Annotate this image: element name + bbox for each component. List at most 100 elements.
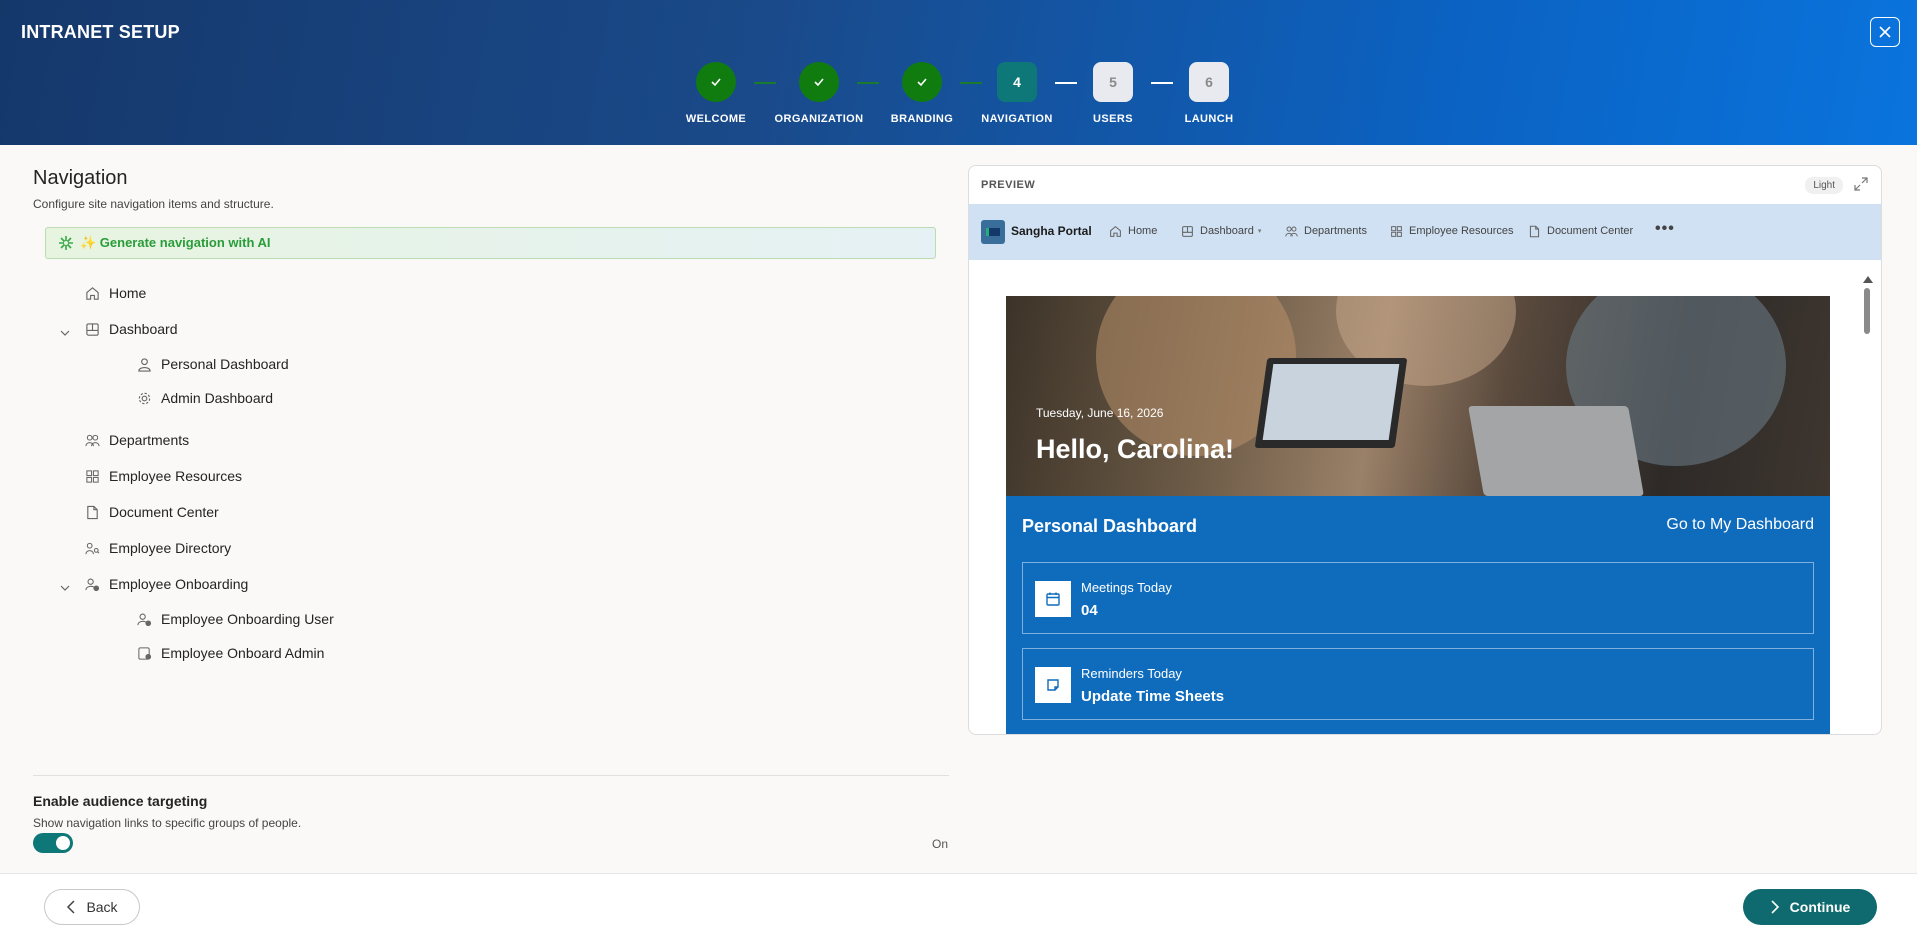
audience-targeting-toggle[interactable] (33, 833, 73, 853)
step-number: 4 (997, 62, 1037, 102)
nav-item-label: Employee Directory (109, 540, 232, 556)
step-connector (857, 82, 879, 84)
calendar-icon (1035, 581, 1071, 617)
expand-icon[interactable] (1853, 176, 1869, 192)
apps-icon (1390, 224, 1404, 238)
document-icon (84, 504, 100, 520)
chevron-down-icon[interactable] (59, 327, 71, 339)
apps-icon (84, 468, 100, 484)
people-icon (1285, 224, 1299, 238)
step-organization[interactable]: ORGANIZATION (759, 62, 879, 125)
generate-ai-label: ✨ Generate navigation with AI (80, 235, 271, 250)
check-icon (711, 78, 721, 87)
scroll-up-arrow[interactable] (1863, 276, 1873, 283)
step-connector (754, 82, 776, 84)
step-label: LAUNCH (1184, 113, 1234, 125)
app-title: INTRANET SETUP (21, 22, 180, 42)
chevron-down-icon[interactable] (59, 582, 71, 594)
home-icon (1109, 224, 1123, 238)
home-icon (84, 285, 100, 301)
nav-item-label: Employee Resources (109, 468, 243, 484)
theme-toggle[interactable]: Light (1805, 177, 1843, 194)
step-complete-check (902, 62, 942, 102)
step-complete-check (799, 62, 839, 102)
go-to-dashboard-link[interactable]: Go to My Dashboard (1666, 516, 1814, 534)
hero-date: Tuesday, June 16, 2026 (1036, 406, 1164, 420)
preview-link-home[interactable]: Home (1109, 224, 1157, 238)
card-title: Meetings Today (1081, 580, 1172, 595)
site-logo (981, 220, 1005, 244)
preview-link-label: Employee Resources (1409, 225, 1514, 237)
nav-item-label: Employee Onboarding User (161, 611, 334, 627)
nav-item-employee-onboarding[interactable]: Employee Onboarding (84, 576, 248, 592)
back-button[interactable]: Back (44, 889, 140, 925)
step-number: 6 (1189, 62, 1229, 102)
nav-item-label: Document Center (109, 504, 219, 520)
step-connector (960, 82, 982, 84)
nav-item-departments[interactable]: Departments (84, 432, 189, 448)
chevron-right-icon (1770, 900, 1780, 914)
hero-greeting: Hello, Carolina! (1036, 434, 1235, 464)
nav-item-document-center[interactable]: Document Center (84, 504, 219, 520)
meetings-card[interactable]: Meetings Today 04 (1022, 562, 1814, 634)
more-icon[interactable]: ••• (1655, 220, 1675, 238)
preview-link-employee-resources[interactable]: Employee Resources (1390, 224, 1514, 238)
continue-button[interactable]: Continue (1743, 889, 1877, 925)
preview-link-document-center[interactable]: Document Center (1528, 224, 1633, 238)
onboard-admin-icon (136, 645, 152, 661)
wizard-footer: Back Continue (0, 873, 1917, 936)
continue-label: Continue (1789, 899, 1851, 915)
chevron-left-icon (66, 900, 76, 914)
nav-item-label: Departments (109, 432, 190, 448)
generate-ai-button[interactable]: ✨ Generate navigation with AI (45, 227, 936, 259)
step-welcome[interactable]: WELCOME (656, 62, 776, 125)
preview-header: PREVIEW Light (969, 166, 1881, 204)
stepper: WELCOME ORGANIZATION BRANDING 4 NAVIGATI… (0, 62, 1917, 132)
caret-down-icon: ▾ (1257, 228, 1262, 235)
preview-panel: PREVIEW Light Sangha Portal Home Dashboa… (968, 165, 1882, 735)
main-content: Navigation Configure site navigation ite… (0, 145, 1917, 873)
step-label: ORGANIZATION (774, 113, 864, 125)
nav-item-personal-dashboard[interactable]: Personal Dashboard (136, 356, 289, 372)
preview-link-label: Home (1128, 225, 1158, 237)
scroll-thumb[interactable] (1864, 288, 1870, 334)
toggle-state-label: On (932, 837, 949, 851)
wizard-header: INTRANET SETUP WELCOME ORGANIZATION BRAN… (0, 0, 1917, 145)
nav-item-employee-onboard-admin[interactable]: Employee Onboard Admin (136, 645, 324, 661)
onboarding-user-icon (136, 611, 152, 627)
person-icon (136, 356, 152, 372)
preview-scrollbar[interactable] (1861, 276, 1873, 734)
personal-dashboard-section: Personal Dashboard Go to My Dashboard Me… (1006, 496, 1830, 734)
step-connector (1151, 82, 1173, 84)
preview-site-nav: Sangha Portal Home Dashboard ▾ Departmen… (969, 204, 1881, 260)
preview-link-departments[interactable]: Departments (1285, 224, 1367, 238)
nav-item-admin-dashboard[interactable]: Admin Dashboard (136, 390, 273, 406)
nav-item-employee-resources[interactable]: Employee Resources (84, 468, 242, 484)
toggle-knob (56, 836, 70, 850)
gear-icon (136, 390, 152, 406)
preview-label: PREVIEW (981, 179, 1036, 191)
close-icon (1879, 26, 1891, 38)
nav-item-employee-directory[interactable]: Employee Directory (84, 540, 231, 556)
step-number: 5 (1093, 62, 1133, 102)
people-icon (84, 432, 100, 448)
nav-item-label: Dashboard (109, 321, 178, 337)
preview-link-dashboard[interactable]: Dashboard ▾ (1181, 224, 1261, 238)
nav-item-home[interactable]: Home (84, 285, 146, 301)
dashboard-icon (1181, 224, 1195, 238)
step-launch[interactable]: 6 LAUNCH (1149, 62, 1269, 125)
preview-page-body: Tuesday, June 16, 2026 Hello, Carolina! … (1006, 296, 1830, 734)
audience-targeting-subtitle: Show navigation links to specific groups… (33, 816, 302, 830)
hero-banner: Tuesday, June 16, 2026 Hello, Carolina! (1006, 296, 1830, 496)
divider (33, 775, 949, 776)
check-icon (814, 78, 824, 87)
sparkle-icon (59, 236, 73, 250)
check-icon (917, 78, 927, 87)
close-button[interactable] (1870, 17, 1900, 47)
nav-item-employee-onboarding-user[interactable]: Employee Onboarding User (136, 611, 334, 627)
preview-link-label: Document Center (1547, 225, 1634, 237)
note-icon (1035, 667, 1071, 703)
nav-item-label: Personal Dashboard (161, 356, 289, 372)
nav-item-dashboard[interactable]: Dashboard (84, 321, 178, 337)
reminders-card[interactable]: Reminders Today Update Time Sheets (1022, 648, 1814, 720)
